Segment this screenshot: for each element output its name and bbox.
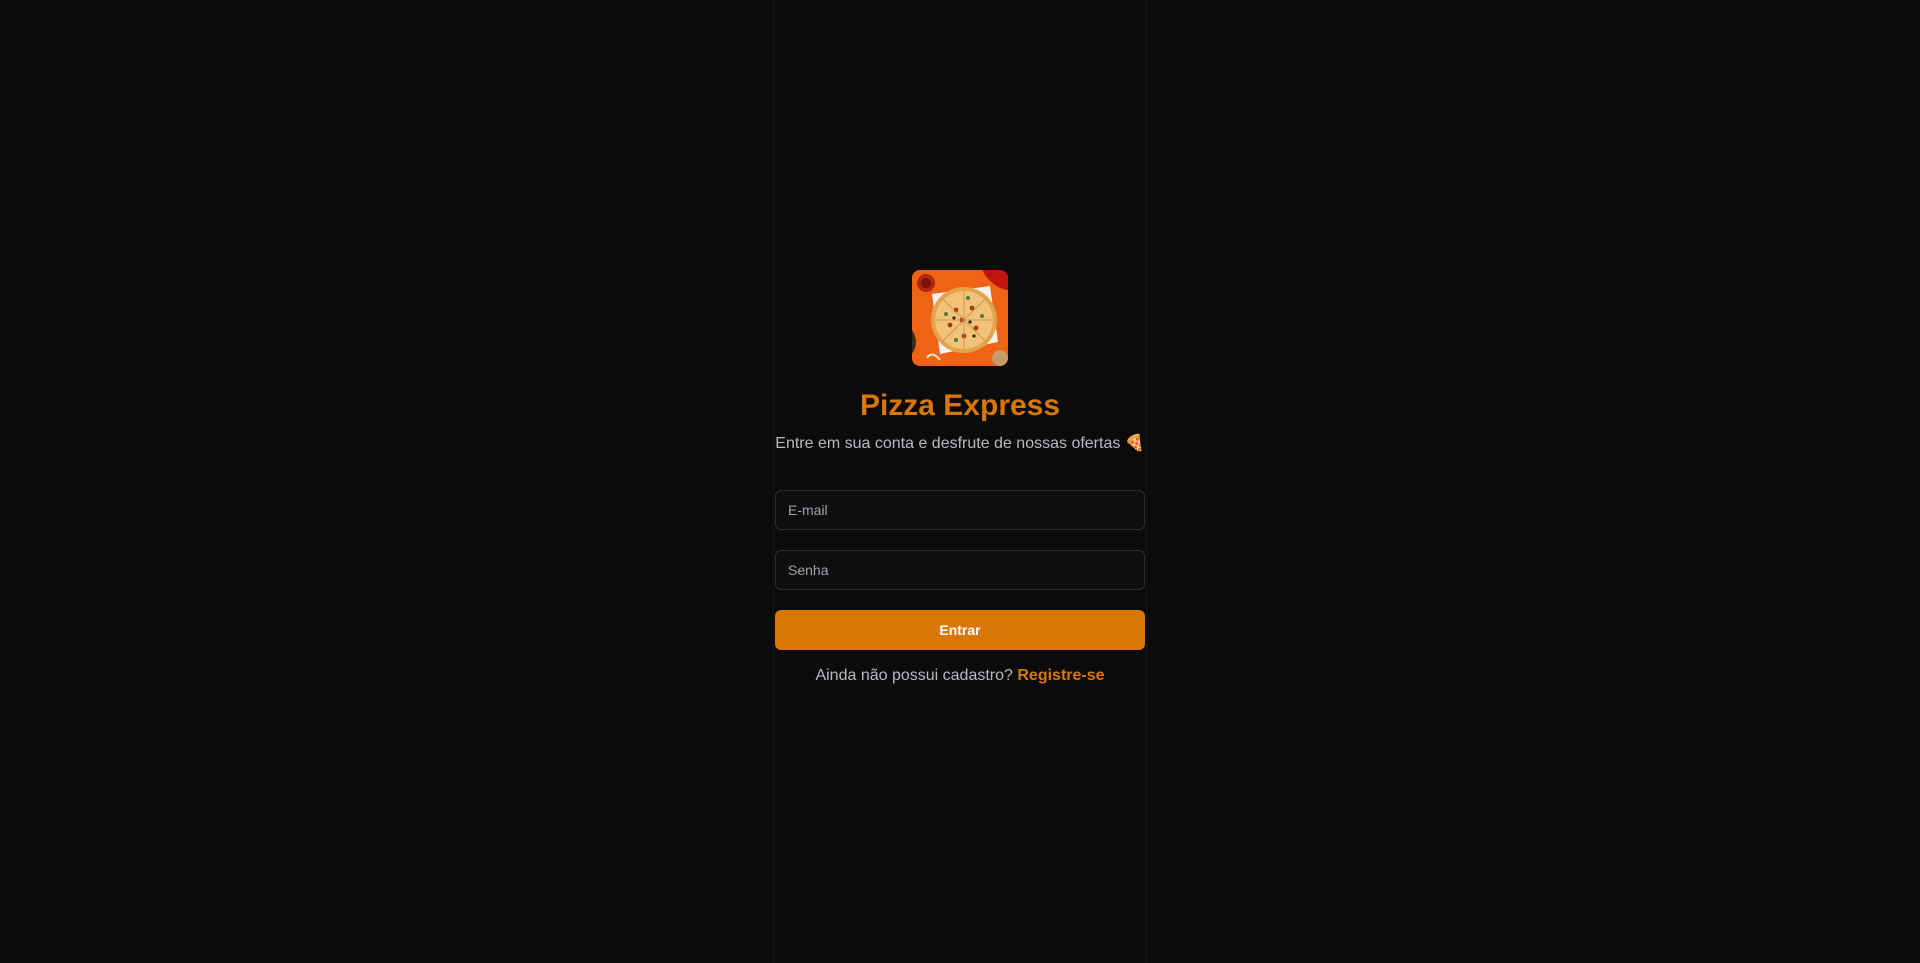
login-panel: Pizza Express Entre em sua conta e desfr… [775,0,1145,963]
brand-title: Pizza Express [859,389,1061,422]
email-field[interactable] [775,490,1145,530]
password-field[interactable] [775,550,1145,590]
register-link[interactable]: Registre-se [1017,667,1104,684]
pizza-logo-icon [912,270,1008,366]
brand-tagline: Entre em sua conta e desfrute de nossas … [775,435,1145,452]
register-prompt-text: Ainda não possui cadastro? [815,667,1013,684]
register-prompt: Ainda não possui cadastro? Registre-se [775,666,1145,686]
login-button[interactable]: Entrar [775,610,1145,650]
